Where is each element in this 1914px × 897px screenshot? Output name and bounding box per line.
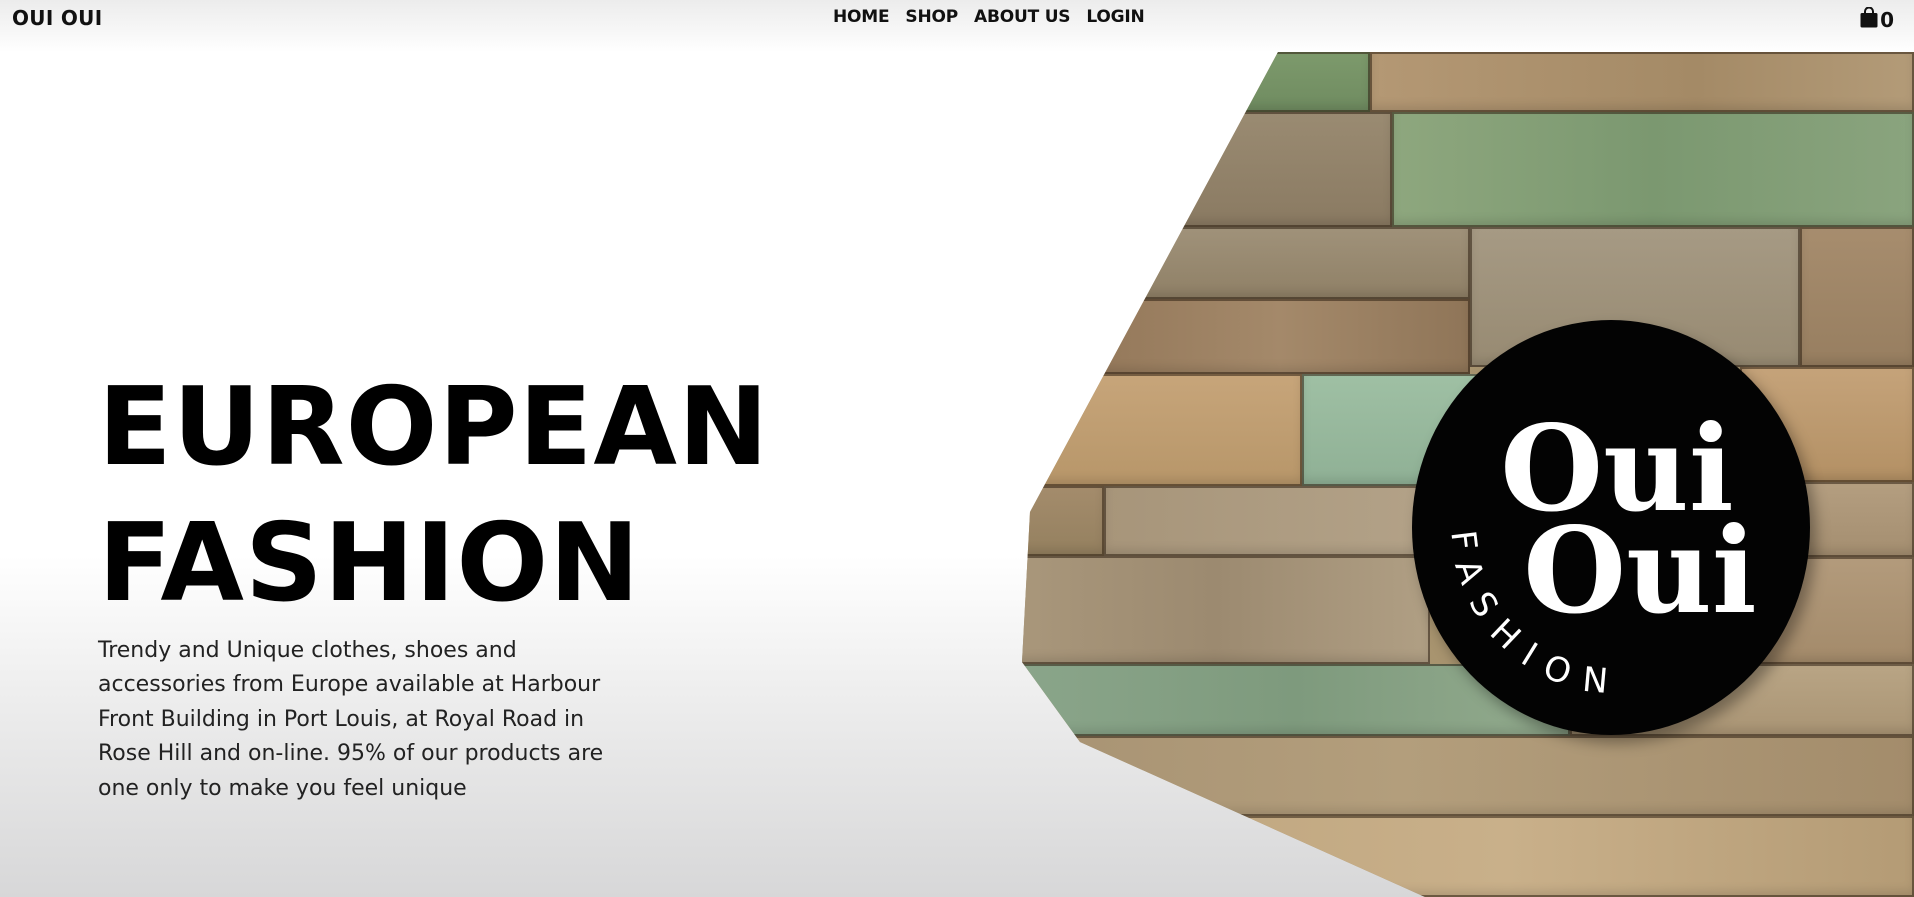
shopping-bag-icon (1860, 6, 1878, 32)
logo-oui-second: Oui (1523, 501, 1756, 640)
wood-plank (1100, 816, 1914, 897)
hero-title: EUROPEAN FASHION (98, 360, 769, 632)
wood-plank (1120, 227, 1470, 299)
brand-logo[interactable]: OUI OUI (12, 6, 102, 30)
cart-count: 0 (1880, 7, 1894, 32)
wood-plank (1104, 486, 1434, 556)
nav-shop-link[interactable]: SHOP (905, 7, 958, 27)
wood-plank (1240, 52, 1370, 112)
hero-title-line1: EUROPEAN (98, 365, 770, 490)
nav-about-link[interactable]: ABOUT US (974, 7, 1071, 27)
wood-plank (1370, 52, 1914, 112)
wood-plank (1040, 374, 1302, 486)
wood-plank (1022, 556, 1430, 664)
wood-plank (1800, 227, 1914, 367)
wood-plank (1180, 112, 1392, 227)
main-nav: HOME SHOP ABOUT US LOGIN (833, 7, 1145, 27)
wood-plank (1022, 486, 1104, 556)
wood-plank (1060, 736, 1914, 816)
nav-home-link[interactable]: HOME (833, 7, 890, 27)
oui-oui-fashion-logo: Oui Oui FASHION (1412, 320, 1810, 735)
hero-title-line2: FASHION (98, 501, 641, 626)
nav-login-link[interactable]: LOGIN (1086, 7, 1144, 27)
wood-plank (1392, 112, 1914, 227)
navbar: OUI OUI HOME SHOP ABOUT US LOGIN 0 (0, 0, 1914, 52)
hero-description: Trendy and Unique clothes, shoes and acc… (98, 638, 604, 801)
cart-button[interactable]: 0 (1860, 6, 1894, 32)
page: OUI OUI HOME SHOP ABOUT US LOGIN 0 Oui O… (0, 0, 1914, 897)
